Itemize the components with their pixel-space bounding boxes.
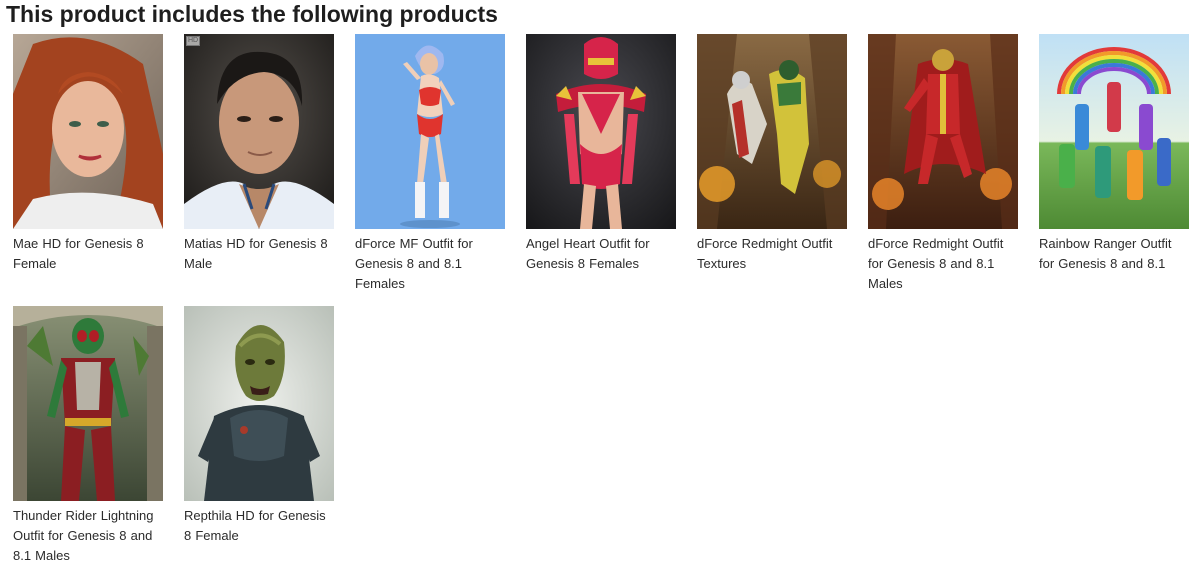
product-title[interactable]: dForce MF Outfit for Genesis 8 and 8.1 F… (355, 234, 505, 302)
red-caped-hero-image (868, 34, 1018, 229)
product-thumbnail[interactable] (1039, 34, 1189, 229)
product-card[interactable]: Angel Heart Outfit for Genesis 8 Females (526, 34, 676, 302)
product-thumbnail[interactable] (355, 34, 505, 229)
redhead-woman-portrait-image (13, 34, 163, 229)
reptile-woman-image (184, 306, 334, 501)
product-card[interactable]: HD Matias HD for Genesis 8 Male (184, 34, 334, 302)
product-thumbnail[interactable] (13, 34, 163, 229)
product-thumbnail[interactable] (526, 34, 676, 229)
hd-badge: HD (186, 36, 201, 46)
product-title[interactable]: dForce Redmight Outfit for Genesis 8 and… (868, 234, 1018, 302)
product-thumbnail[interactable]: HD (184, 34, 334, 229)
product-title[interactable]: Thunder Rider Lightning Outfit for Genes… (13, 506, 163, 574)
masked-heroine-image (526, 34, 676, 229)
rainbow-rangers-image (1039, 34, 1189, 229)
product-card[interactable]: Mae HD for Genesis 8 Female (13, 34, 163, 302)
section-title: This product includes the following prod… (6, 1, 498, 27)
product-card[interactable]: Repthila HD for Genesis 8 Female (184, 306, 334, 574)
product-title[interactable]: Matias HD for Genesis 8 Male (184, 234, 334, 302)
product-title[interactable]: Repthila HD for Genesis 8 Female (184, 506, 334, 574)
product-card[interactable]: dForce Redmight Outfit for Genesis 8 and… (868, 34, 1018, 302)
green-red-rider-image (13, 306, 163, 501)
heroes-fighting-image (697, 34, 847, 229)
product-thumbnail[interactable] (868, 34, 1018, 229)
product-grid: Mae HD for Genesis 8 Female HD Matias HD… (13, 34, 1189, 574)
product-card[interactable]: dForce MF Outfit for Genesis 8 and 8.1 F… (355, 34, 505, 302)
product-title[interactable]: dForce Redmight Outfit Textures (697, 234, 847, 302)
product-card[interactable]: dForce Redmight Outfit Textures (697, 34, 847, 302)
product-title[interactable]: Mae HD for Genesis 8 Female (13, 234, 163, 302)
product-title[interactable]: Rainbow Ranger Outfit for Genesis 8 and … (1039, 234, 1189, 302)
asian-man-portrait-image (184, 34, 334, 229)
product-thumbnail[interactable] (697, 34, 847, 229)
product-title[interactable]: Angel Heart Outfit for Genesis 8 Females (526, 234, 676, 302)
product-thumbnail[interactable] (13, 306, 163, 501)
product-thumbnail[interactable] (184, 306, 334, 501)
product-card[interactable]: Thunder Rider Lightning Outfit for Genes… (13, 306, 163, 574)
blue-hair-heroine-image (355, 34, 505, 229)
product-card[interactable]: Rainbow Ranger Outfit for Genesis 8 and … (1039, 34, 1189, 302)
